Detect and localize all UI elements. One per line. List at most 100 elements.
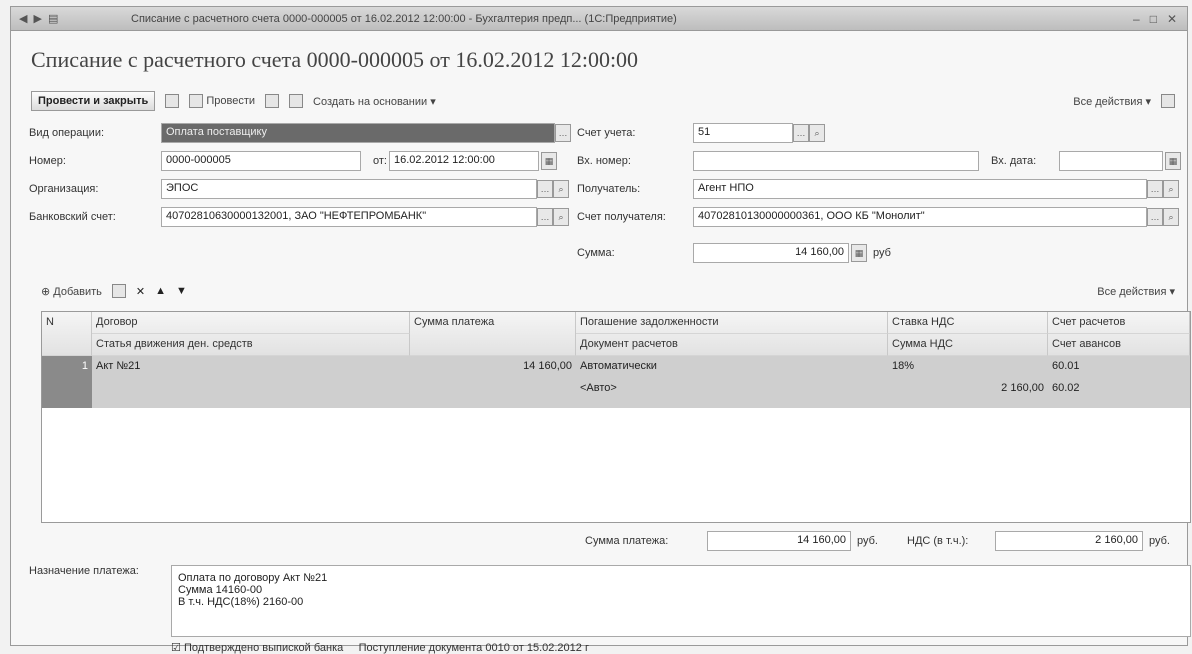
bank-search-icon[interactable]: ⌕ [553,208,569,226]
org-field[interactable]: ЭПОС [161,179,537,199]
add-label: Добавить [53,285,102,298]
confirmed-checkbox[interactable]: ☑ [171,642,181,654]
col-n[interactable]: N [42,312,92,356]
bank-confirmation: ☑ Подтверждено выпиской банка Поступлени… [171,641,589,654]
document-toolbar: Провести и закрыть Провести Создать на о… [31,89,1175,113]
row-number[interactable]: 1 [42,356,92,408]
org-search-icon[interactable]: ⌕ [553,180,569,198]
back-icon[interactable]: ◀ [19,12,27,25]
recipient-field[interactable]: Агент НПО [693,179,1147,199]
total-payment-unit: руб. [857,535,878,547]
help-icon[interactable] [1161,94,1175,108]
total-payment-field: 14 160,00 [707,531,851,551]
operation-label: Вид операции: [29,127,105,139]
post-button[interactable]: Провести [189,94,255,108]
table-toolbar: ⊕ Добавить ✕ ▲ ▼ Все действия ▾ [41,279,1175,303]
table-all-actions-dropdown[interactable]: Все действия ▾ [1097,285,1175,298]
col-contract[interactable]: Договор [92,312,410,334]
cell-settlement-doc[interactable]: <Авто> [576,378,888,398]
move-up-icon[interactable]: ▲ [155,285,166,297]
forward-icon[interactable]: ▶ [33,12,41,25]
totals-bar: Сумма платежа: 14 160,00 руб. НДС (в т.ч… [11,531,1187,555]
operation-select[interactable]: Оплата поставщику [161,123,555,143]
window-title: Списание с расчетного счета 0000-000005 … [131,12,677,25]
bank-account-label: Банковский счет: [29,211,116,223]
col-debt-repayment[interactable]: Погашение задолженности [576,312,888,334]
number-label: Номер: [29,155,66,167]
col-settlement-doc[interactable]: Документ расчетов [576,334,888,356]
add-button[interactable]: ⊕ Добавить [41,285,102,298]
create-based-dropdown[interactable]: Создать на основании ▾ [313,95,436,108]
nav-buttons: ◀ ▶ ▤ [11,12,131,25]
window-controls: – □ ✕ [1133,12,1187,26]
delete-icon[interactable]: ✕ [136,285,145,298]
bank-account-field[interactable]: 40702810630000132001, ЗАО "НЕФТЕПРОМБАНК… [161,207,537,227]
date-field[interactable]: 16.02.2012 12:00:00 [389,151,539,171]
recipient-account-field[interactable]: 40702810130000000361, ООО КБ "Монолит" [693,207,1147,227]
post-and-close-button[interactable]: Провести и закрыть [31,91,156,111]
document-window: ◀ ▶ ▤ Списание с расчетного счета 0000-0… [10,6,1191,654]
cell-settlement-account[interactable]: 60.01 [1048,356,1190,376]
bank-select-icon[interactable]: … [537,208,553,226]
operation-dropdown-icon[interactable]: … [555,124,571,142]
table-row[interactable]: 1 Акт №21 14 160,00 Автоматически <Авто>… [42,356,1190,408]
org-select-icon[interactable]: … [537,180,553,198]
cell-vat-sum[interactable]: 2 160,00 [888,378,1048,398]
cell-debt-repayment[interactable]: Автоматически [576,356,888,376]
in-date-field[interactable] [1059,151,1163,171]
purpose-textarea[interactable]: Оплата по договору Акт №21 Сумма 14160-0… [171,565,1191,637]
create-based-label: Создать на основании [313,95,428,108]
in-date-calendar-icon[interactable]: ▦ [1165,152,1181,170]
sum-field[interactable]: 14 160,00 [693,243,849,263]
recipient-search-icon[interactable]: ⌕ [1163,180,1179,198]
recipient-account-select-icon[interactable]: … [1147,208,1163,226]
close-icon[interactable]: ✕ [1167,12,1177,26]
purpose-line-1: Оплата по договору Акт №21 [178,572,328,584]
in-date-label: Вх. дата: [991,155,1037,167]
table-all-actions-label: Все действия [1097,285,1167,298]
print-icon[interactable] [289,94,304,108]
recipient-label: Получатель: [577,183,641,195]
post-label: Провести [206,94,256,107]
account-search-icon[interactable]: ⌕ [809,124,825,142]
purpose-label: Назначение платежа: [29,565,139,577]
calculator-icon[interactable]: ▦ [851,244,867,262]
cell-contract[interactable]: Акт №21 [92,356,410,376]
document-title: Списание с расчетного счета 0000-000005 … [31,47,639,72]
confirmation-note-link[interactable]: Поступление документа 0010 от 15.02.2012… [359,642,589,654]
journal-icon[interactable] [265,94,280,108]
purpose-line-2: Сумма 14160-00 [178,584,263,596]
account-select-icon[interactable]: … [793,124,809,142]
recipient-select-icon[interactable]: … [1147,180,1163,198]
maximize-icon[interactable]: □ [1150,12,1157,26]
calendar-icon[interactable]: ▦ [541,152,557,170]
col-vat-rate[interactable]: Ставка НДС [888,312,1048,334]
col-advance-account[interactable]: Счет авансов [1048,334,1190,356]
window-titlebar: ◀ ▶ ▤ Списание с расчетного счета 0000-0… [11,7,1187,31]
all-actions-dropdown[interactable]: Все действия ▾ [1073,95,1151,108]
recipient-account-search-icon[interactable]: ⌕ [1163,208,1179,226]
date-from-label: от: [373,155,387,167]
number-field[interactable]: 0000-000005 [161,151,361,171]
all-actions-label: Все действия [1073,95,1143,108]
col-settlement-account[interactable]: Счет расчетов [1048,312,1190,334]
purpose-line-3: В т.ч. НДС(18%) 2160-00 [178,596,304,608]
account-label: Счет учета: [577,127,636,139]
col-vat-sum[interactable]: Сумма НДС [888,334,1048,356]
cell-cash-article[interactable] [92,378,410,398]
in-number-label: Вх. номер: [577,155,631,167]
col-cash-article[interactable]: Статья движения ден. средств [92,334,410,356]
cell-vat-rate[interactable]: 18% [888,356,1048,376]
move-down-icon[interactable]: ▼ [176,285,187,297]
total-vat-unit: руб. [1149,535,1170,547]
cell-payment-sum[interactable]: 14 160,00 [410,356,576,376]
account-field[interactable]: 51 [693,123,793,143]
save-icon[interactable] [165,94,180,108]
minimize-icon[interactable]: – [1133,12,1140,26]
post-icon [189,94,204,108]
sum-label: Сумма: [577,247,615,259]
in-number-field[interactable] [693,151,979,171]
copy-icon[interactable] [111,284,126,298]
col-payment-sum[interactable]: Сумма платежа [410,312,576,356]
cell-advance-account[interactable]: 60.02 [1048,378,1190,398]
